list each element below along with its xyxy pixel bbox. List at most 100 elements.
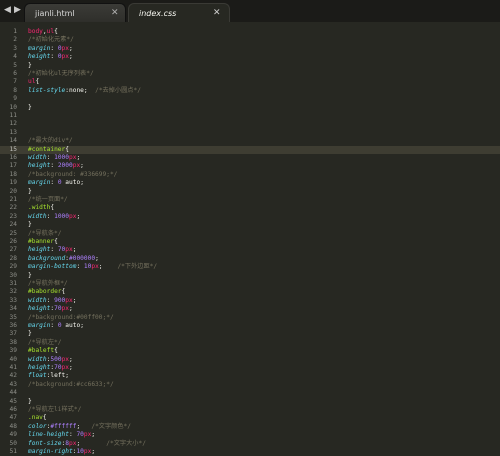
code-token: { <box>65 145 69 153</box>
code-line[interactable]: 2 /*初始化元素*/ <box>0 36 500 44</box>
code-line[interactable]: 25 /*导航条*/ <box>0 230 500 238</box>
code-token: /*文字颜色*/ <box>91 422 132 430</box>
code-token: /*下外边距*/ <box>117 263 158 271</box>
code-token: font-size <box>28 439 62 447</box>
code-line[interactable]: 45} <box>0 398 500 406</box>
code-line[interactable]: 15 #container{ <box>0 145 500 154</box>
code-line[interactable]: 8 list-style:none; /*去掉小圆点*/ <box>0 87 500 95</box>
code-token: : <box>50 162 58 170</box>
code-line[interactable]: 3 margin: 0px; <box>0 45 500 53</box>
code-text: /*统一页面*/ <box>28 196 68 204</box>
code-line[interactable]: 24} <box>0 221 500 229</box>
code-line[interactable]: 28 background:#000000; <box>0 255 500 263</box>
code-editor[interactable]: 1 body,ul{2/*初始化元素*/3 margin: 0px; 4 height:… <box>0 22 500 455</box>
code-line[interactable]: 9 <box>0 95 500 103</box>
code-line[interactable]: 29 margin-bottom: 10px; /*下外边距*/ <box>0 263 500 271</box>
code-line[interactable]: 47 .nav{ <box>0 414 500 422</box>
tab-bar: ◀ ▶ jianli.html ✕ index.css ✕ <box>0 0 500 23</box>
code-line[interactable]: 39 #baleft{ <box>0 347 500 355</box>
line-number: 46 <box>9 406 17 413</box>
code-token: 10 <box>76 448 84 455</box>
code-line[interactable]: 18 /*background: #336699;*/ <box>0 171 500 179</box>
code-line[interactable]: 34 height:70px; <box>0 305 500 313</box>
line-number: 38 <box>9 338 17 346</box>
code-line[interactable]: 31 /*导航外框*/ <box>0 280 500 288</box>
code-line[interactable]: 6 /*初始化ul无序列表*/ <box>0 70 500 78</box>
code-text: /*导航外框*/ <box>28 280 68 288</box>
line-number: 8 <box>13 86 17 94</box>
code-token: 1000 <box>54 154 69 161</box>
code-token: ; <box>80 179 84 187</box>
tab-jianli-html[interactable]: jianli.html ✕ <box>24 3 126 22</box>
code-line[interactable]: 49 line-height: 70px; <box>0 431 500 439</box>
code-line[interactable]: 50 font-size:8px; /*文字大小*/ <box>0 440 500 448</box>
code-line[interactable]: 40 width:500px; <box>0 356 500 364</box>
arrow-left-icon[interactable]: ◀ <box>3 4 12 16</box>
code-token: { <box>42 414 47 422</box>
code-text: #baleft{ <box>28 347 58 355</box>
code-text: /*导航左li样式*/ <box>28 406 81 414</box>
code-line[interactable]: 10} <box>0 104 500 112</box>
code-line[interactable]: 17 height: 2000px; <box>0 162 500 170</box>
code-line[interactable]: 30} <box>0 272 500 280</box>
code-token: .nav <box>28 414 43 422</box>
code-line[interactable]: 36 margin: 0 auto; <box>0 322 500 330</box>
close-icon[interactable]: ✕ <box>111 7 119 19</box>
code-text: margin-bottom: 10px; /*下外边距*/ <box>28 263 157 271</box>
code-token: ; <box>80 162 84 170</box>
code-line[interactable]: 21 /*统一页面*/ <box>0 196 500 204</box>
code-token: } <box>28 103 32 111</box>
code-text: margin-right:10px; <box>28 448 95 456</box>
code-line[interactable]: 44 <box>0 389 500 397</box>
code-line[interactable]: 20} <box>0 188 500 196</box>
code-token: px <box>69 439 77 447</box>
code-line[interactable]: 12 <box>0 120 500 128</box>
code-token: height <box>28 364 51 371</box>
code-line[interactable]: 46 /*导航左li样式*/ <box>0 406 500 414</box>
code-text: width: 900px; <box>28 297 76 305</box>
code-line[interactable]: 13 <box>0 129 500 137</box>
code-text: height: 2000px; <box>28 162 84 170</box>
line-number: 49 <box>9 431 17 439</box>
code-line[interactable]: 27 height: 70px; <box>0 246 500 254</box>
code-token: 900 <box>54 296 66 304</box>
close-icon[interactable]: ✕ <box>213 7 221 19</box>
code-line[interactable]: 23 width: 1000px; <box>0 213 500 221</box>
code-text: .width{ <box>28 204 54 212</box>
code-token: margin <box>28 179 51 187</box>
code-line[interactable]: 33 width: 900px; <box>0 297 500 305</box>
code-line[interactable]: 22 .width{ <box>0 204 500 212</box>
code-token: list-style <box>28 86 66 94</box>
code-line[interactable]: 7 ul{ <box>0 78 500 86</box>
code-line[interactable]: 32 #baborder{ <box>0 288 500 296</box>
line-number: 14 <box>9 137 17 145</box>
code-line[interactable]: 41 height:70px; <box>0 364 500 372</box>
code-line[interactable]: 5} <box>0 62 500 70</box>
code-text: height: 70px; <box>28 246 76 254</box>
tab-index-css[interactable]: index.css ✕ <box>128 3 230 22</box>
code-token: : <box>50 246 58 254</box>
code-line[interactable]: 38 /*导航左*/ <box>0 339 500 347</box>
code-token: /*导航外框*/ <box>28 280 68 287</box>
line-number: 45 <box>9 397 17 405</box>
code-line[interactable]: 1 body,ul{ <box>0 28 500 36</box>
code-token: } <box>28 271 32 279</box>
code-line[interactable]: 14 /*最大的div*/ <box>0 137 500 145</box>
line-number: 27 <box>9 246 17 254</box>
code-line[interactable]: 19 margin: 0 auto; <box>0 179 500 187</box>
code-line[interactable]: 51 margin-right:10px; <box>0 448 500 456</box>
line-number: 31 <box>9 280 17 287</box>
code-text: height:70px; <box>28 305 73 313</box>
code-line[interactable]: 42 float:left; <box>0 372 500 380</box>
code-line[interactable]: 11 <box>0 112 500 120</box>
code-line[interactable]: 37} <box>0 330 500 338</box>
tab-label: jianli.html <box>35 9 75 18</box>
code-line[interactable]: 4 height: 0px; <box>0 53 500 61</box>
line-number: 41 <box>9 364 17 371</box>
code-token: } <box>28 221 32 229</box>
code-line[interactable]: 35 /*background:#00ff00;*/ <box>0 314 500 322</box>
line-number: 42 <box>9 372 17 380</box>
code-line[interactable]: 43 /*background:#cc6633;*/ <box>0 381 500 389</box>
arrow-right-icon[interactable]: ▶ <box>13 4 22 16</box>
code-token: ; <box>91 448 96 455</box>
